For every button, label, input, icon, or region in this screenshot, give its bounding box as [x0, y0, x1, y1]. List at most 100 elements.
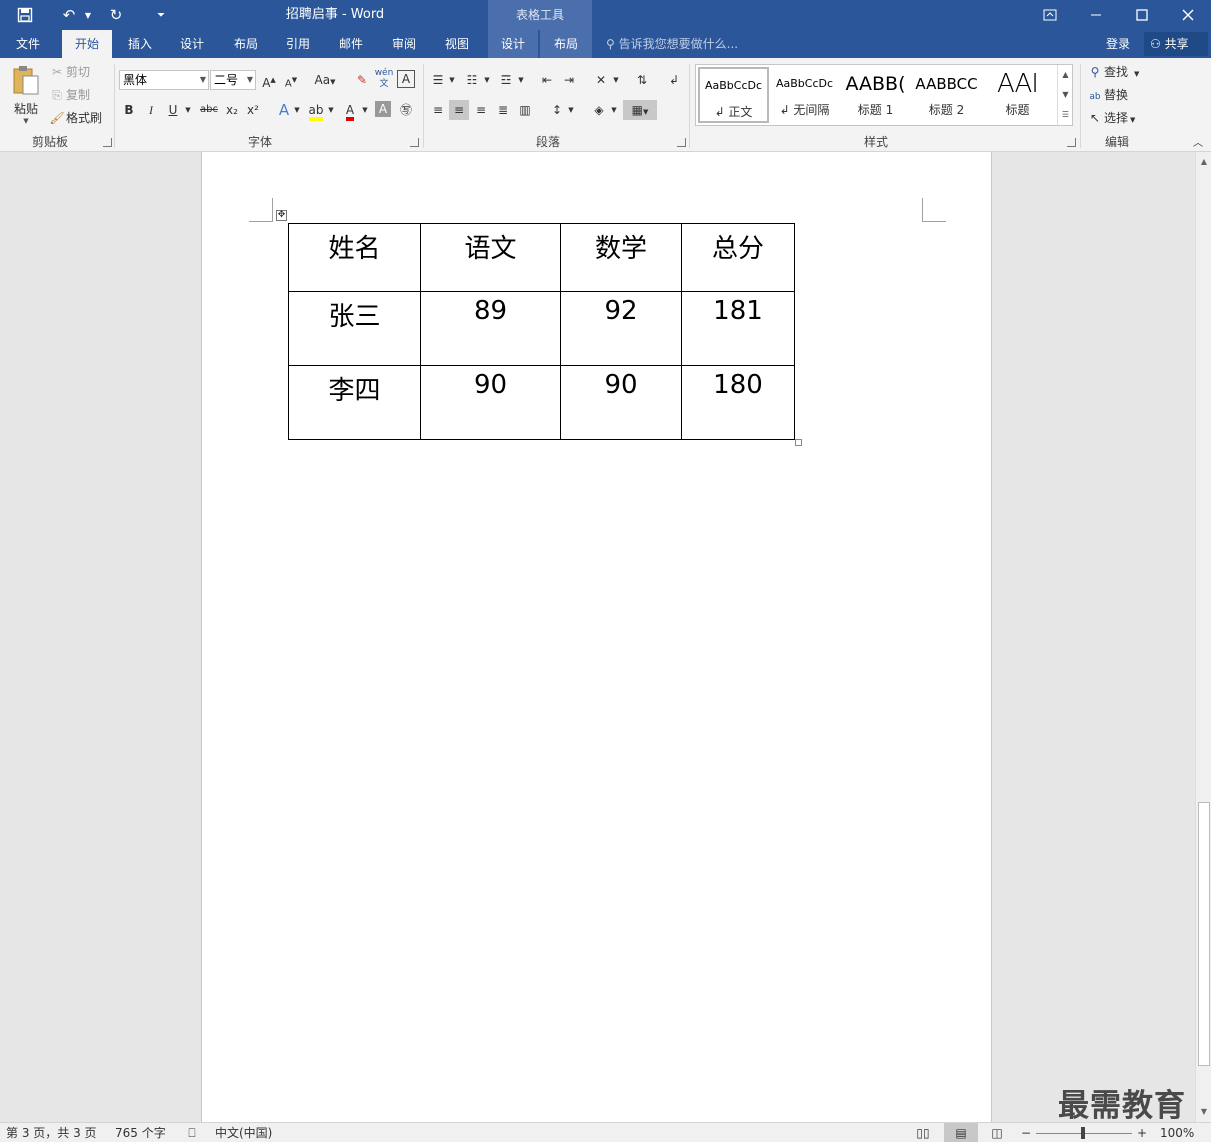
chevron-down-icon[interactable]: ▼ — [360, 100, 370, 120]
scroll-up-icon[interactable]: ▲ — [1196, 154, 1211, 170]
phonetic-guide-icon[interactable]: wén 文 — [374, 68, 394, 89]
table-header-cell[interactable]: 总分 — [681, 223, 795, 292]
tab-file[interactable]: 文件 — [4, 30, 52, 58]
customize-qat-icon[interactable]: ⏷ — [150, 0, 172, 30]
tell-me-search[interactable]: ⚲ 告诉我您想要做什么... — [606, 30, 738, 58]
style-no-spacing[interactable]: AaBbCcDc ↲ 无间隔 — [769, 67, 840, 123]
underline-button[interactable]: U — [163, 100, 183, 120]
save-icon[interactable] — [10, 0, 40, 30]
proofing-icon[interactable]: ⎕ — [183, 1123, 201, 1142]
line-spacing-icon[interactable]: ↕ — [547, 100, 567, 120]
bold-button[interactable]: B — [119, 100, 139, 120]
chevron-down-icon[interactable]: ▼ — [611, 70, 621, 90]
table-cell[interactable]: 90 — [420, 365, 561, 440]
tab-design[interactable]: 设计 — [170, 30, 214, 58]
tab-review[interactable]: 审阅 — [382, 30, 426, 58]
table-cell[interactable]: 180 — [681, 365, 795, 440]
chevron-down-icon[interactable]: ▼ — [292, 100, 302, 120]
tab-references[interactable]: 引用 — [276, 30, 320, 58]
tab-mailings[interactable]: 邮件 — [329, 30, 373, 58]
justify-icon[interactable]: ≣ — [493, 100, 513, 120]
style-heading-1[interactable]: AABB( 标题 1 — [840, 67, 911, 123]
borders-button[interactable]: ▦▼ — [623, 100, 657, 120]
shrink-font-icon[interactable]: A▼ — [281, 70, 301, 90]
chevron-down-icon[interactable]: ▼ — [609, 100, 619, 120]
minimize-icon[interactable] — [1073, 0, 1119, 30]
text-effects-icon[interactable]: A — [274, 100, 294, 120]
superscript-button[interactable]: x² — [243, 100, 263, 120]
paragraph-launcher-icon[interactable] — [677, 138, 686, 147]
table-move-handle-icon[interactable]: ✥ — [276, 210, 287, 221]
chinese-layout-icon[interactable]: ✕ — [591, 70, 611, 90]
table-cell[interactable]: 181 — [681, 291, 795, 366]
copy-button[interactable]: ⎘ 复制 — [48, 85, 90, 105]
gallery-more-icon[interactable]: ☰ — [1057, 105, 1073, 125]
zoom-level[interactable]: 100% — [1160, 1123, 1194, 1142]
word-count-status[interactable]: 765 个字 — [115, 1123, 166, 1142]
decrease-indent-icon[interactable]: ⇤ — [537, 70, 557, 90]
strikethrough-button[interactable]: abc — [197, 100, 221, 120]
tab-view[interactable]: 视图 — [435, 30, 479, 58]
font-name-combo[interactable]: 黑体 ▼ — [119, 70, 209, 90]
undo-icon[interactable]: ↶ — [56, 0, 82, 30]
maximize-icon[interactable] — [1119, 0, 1165, 30]
show-marks-icon[interactable]: ↲ — [664, 70, 684, 90]
distributed-icon[interactable]: ▥ — [515, 100, 535, 120]
scrollbar-thumb[interactable] — [1198, 802, 1210, 1066]
table-cell[interactable]: 90 — [560, 365, 682, 440]
chevron-down-icon[interactable]: ▼ — [326, 100, 336, 120]
page-count-status[interactable]: 第 3 页，共 3 页 — [6, 1123, 97, 1142]
increase-indent-icon[interactable]: ⇥ — [559, 70, 579, 90]
share-button[interactable]: ⚇ 共享 — [1144, 32, 1208, 56]
print-layout-icon[interactable]: ▤ — [944, 1123, 978, 1142]
tab-table-design[interactable]: 设计 — [488, 30, 538, 58]
tab-insert[interactable]: 插入 — [118, 30, 162, 58]
font-color-icon[interactable]: A — [340, 100, 360, 121]
zoom-in-icon[interactable]: + — [1135, 1123, 1149, 1142]
align-left-icon[interactable]: ≡ — [428, 100, 448, 120]
tab-layout[interactable]: 布局 — [224, 30, 268, 58]
language-status[interactable]: 中文(中国) — [215, 1123, 272, 1142]
zoom-out-icon[interactable]: − — [1019, 1123, 1033, 1142]
undo-dropdown-icon[interactable]: ▼ — [82, 0, 94, 30]
subscript-button[interactable]: x₂ — [222, 100, 242, 120]
find-button[interactable]: ⚲ 查找 ▼ — [1086, 62, 1140, 82]
multilevel-list-icon[interactable]: ☲ — [496, 70, 516, 90]
align-right-icon[interactable]: ≡ — [471, 100, 491, 120]
zoom-slider[interactable] — [1036, 1123, 1132, 1142]
table-header-cell[interactable]: 语文 — [420, 223, 561, 292]
ribbon-display-options-icon[interactable] — [1027, 0, 1073, 30]
font-launcher-icon[interactable] — [410, 138, 419, 147]
sort-icon[interactable]: ⇅ — [632, 70, 652, 90]
style-title[interactable]: AAI 标题 — [982, 67, 1053, 123]
scroll-down-icon[interactable]: ▼ — [1196, 1104, 1211, 1120]
clipboard-launcher-icon[interactable] — [103, 138, 112, 147]
italic-button[interactable]: I — [141, 100, 161, 120]
replace-button[interactable]: ab 替换 — [1086, 85, 1128, 105]
table-header-cell[interactable]: 数学 — [560, 223, 682, 292]
vertical-scrollbar[interactable]: ▲ ▼ — [1195, 152, 1211, 1122]
chevron-down-icon[interactable]: ▼ — [447, 70, 457, 90]
chevron-down-icon[interactable]: ▼ — [482, 70, 492, 90]
web-layout-icon[interactable]: ◫ — [986, 1123, 1008, 1142]
table-cell[interactable]: 李四 — [288, 365, 421, 440]
collapse-ribbon-icon[interactable]: ︿ — [1188, 134, 1208, 154]
tab-table-layout[interactable]: 布局 — [540, 30, 592, 58]
read-mode-icon[interactable]: ▯▯ — [912, 1123, 934, 1142]
close-icon[interactable] — [1165, 0, 1211, 30]
change-case-button[interactable]: Aa▼ — [310, 70, 340, 90]
bullets-icon[interactable]: ☰ — [428, 70, 448, 90]
zoom-slider-thumb[interactable] — [1081, 1127, 1085, 1139]
table-cell[interactable]: 89 — [420, 291, 561, 366]
gallery-down-icon[interactable]: ▼ — [1057, 85, 1073, 105]
grow-font-icon[interactable]: A▲ — [259, 70, 279, 90]
table-header-cell[interactable]: 姓名 — [288, 223, 421, 292]
enclose-characters-icon[interactable]: ㊢ — [396, 100, 416, 120]
table-cell[interactable]: 张三 — [288, 291, 421, 366]
tab-home[interactable]: 开始 — [62, 30, 112, 58]
cut-button[interactable]: ✂ 剪切 — [48, 62, 90, 82]
document-page[interactable]: ✥ 姓名 语文 数学 总分 张三 89 92 181 李四 90 90 180 — [201, 152, 992, 1122]
style-heading-2[interactable]: AABBCC 标题 2 — [911, 67, 982, 123]
format-painter-button[interactable]: 🖌格式刷 — [48, 108, 102, 128]
chevron-down-icon[interactable]: ▼ — [566, 100, 576, 120]
